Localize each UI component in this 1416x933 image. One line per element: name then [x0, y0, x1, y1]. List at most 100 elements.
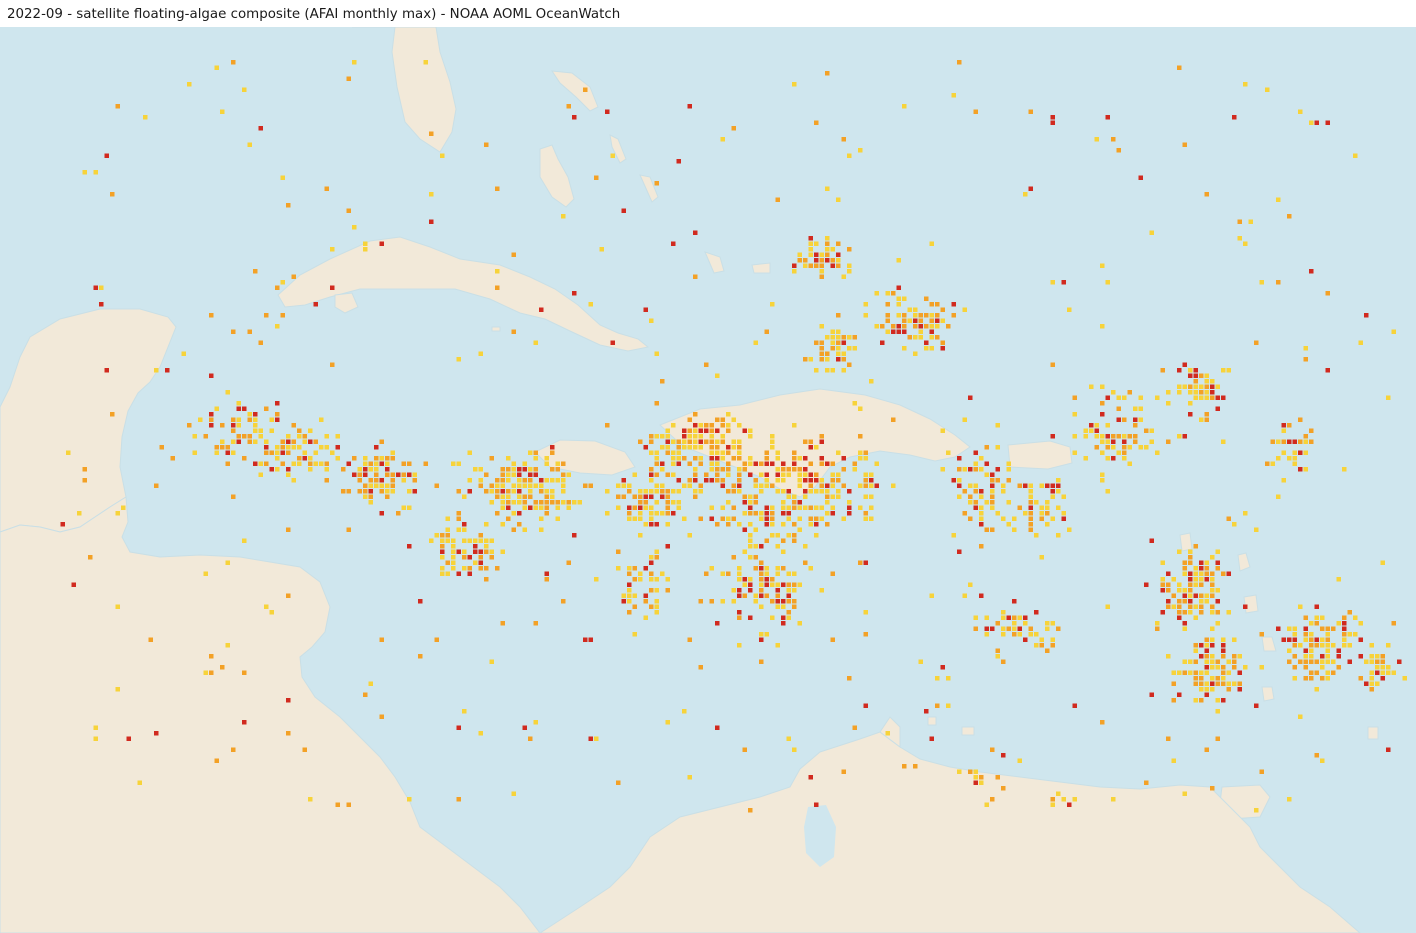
algae-pixel-icon [660, 494, 665, 499]
algae-pixel-icon [214, 445, 219, 450]
algae-pixel-icon [1171, 758, 1176, 763]
algae-pixel-icon [951, 313, 956, 318]
algae-pixel-icon [808, 516, 813, 521]
algae-pixel-icon [715, 417, 720, 422]
algae-pixel-icon [709, 599, 714, 604]
algae-pixel-icon [390, 456, 395, 461]
algae-pixel-icon [858, 456, 863, 461]
land-bahamas-5 [751, 262, 771, 274]
algae-pixel-icon [632, 566, 637, 571]
algae-pixel-icon [819, 324, 824, 329]
algae-pixel-icon [231, 439, 236, 444]
algae-pixel-icon [621, 593, 626, 598]
algae-pixel-icon [236, 439, 241, 444]
algae-pixel-icon [671, 439, 676, 444]
algae-pixel-icon [1314, 659, 1319, 664]
algae-pixel-icon [1199, 670, 1204, 675]
algae-pixel-icon [863, 560, 868, 565]
algae-pixel-icon [1204, 566, 1209, 571]
algae-pixel-icon [649, 489, 654, 494]
algae-pixel-icon [847, 153, 852, 158]
algae-pixel-icon [973, 483, 978, 488]
algae-pixel-icon [836, 252, 841, 257]
algae-pixel-icon [781, 478, 786, 483]
algae-pixel-icon [1012, 626, 1017, 631]
algae-pixel-icon [247, 434, 252, 439]
algae-pixel-icon [737, 445, 742, 450]
algae-pixel-icon [379, 511, 384, 516]
algae-pixel-icon [214, 450, 219, 455]
algae-pixel-icon [1023, 483, 1028, 488]
algae-pixel-icon [1166, 401, 1171, 406]
algae-pixel-icon [341, 489, 346, 494]
algae-pixel-icon [968, 769, 973, 774]
algae-pixel-icon [286, 731, 291, 736]
algae-pixel-icon [1386, 643, 1391, 648]
algae-pixel-icon [1358, 637, 1363, 642]
algae-pixel-icon [506, 489, 511, 494]
map-view[interactable] [0, 27, 1416, 933]
algae-pixel-icon [539, 516, 544, 521]
algae-pixel-icon [1100, 720, 1105, 725]
algae-pixel-icon [1276, 439, 1281, 444]
algae-pixel-icon [1375, 681, 1380, 686]
algae-pixel-icon [841, 335, 846, 340]
algae-pixel-icon [1061, 511, 1066, 516]
algae-pixel-icon [863, 450, 868, 455]
algae-pixel-icon [709, 428, 714, 433]
algae-pixel-icon [1050, 362, 1055, 367]
algae-pixel-icon [770, 599, 775, 604]
algae-pixel-icon [836, 329, 841, 334]
algae-pixel-icon [385, 467, 390, 472]
algae-pixel-icon [605, 489, 610, 494]
algae-pixel-icon [913, 313, 918, 318]
algae-pixel-icon [995, 775, 1000, 780]
algae-pixel-icon [1166, 604, 1171, 609]
algae-pixel-icon [1199, 390, 1204, 395]
algae-pixel-icon [209, 417, 214, 422]
algae-pixel-icon [456, 797, 461, 802]
algae-pixel-icon [995, 654, 1000, 659]
algae-pixel-icon [379, 456, 384, 461]
algae-pixel-icon [775, 533, 780, 538]
algae-pixel-icon [1226, 571, 1231, 576]
algae-pixel-icon [759, 588, 764, 593]
algae-pixel-icon [676, 461, 681, 466]
algae-pixel-icon [665, 489, 670, 494]
algae-pixel-icon [407, 797, 412, 802]
algae-pixel-icon [242, 406, 247, 411]
algae-pixel-icon [841, 769, 846, 774]
algae-pixel-icon [1199, 395, 1204, 400]
algae-pixel-icon [1160, 368, 1165, 373]
algae-pixel-icon [489, 659, 494, 664]
algae-pixel-icon [786, 615, 791, 620]
algae-pixel-icon [379, 637, 384, 642]
algae-pixel-icon [1171, 604, 1176, 609]
algae-pixel-icon [269, 467, 274, 472]
algae-pixel-icon [517, 472, 522, 477]
algae-pixel-icon [814, 368, 819, 373]
algae-pixel-icon [632, 516, 637, 521]
algae-pixel-icon [1122, 439, 1127, 444]
algae-pixel-icon [863, 483, 868, 488]
algae-pixel-icon [500, 505, 505, 510]
algae-pixel-icon [836, 241, 841, 246]
algae-pixel-icon [522, 505, 527, 510]
algae-pixel-icon [412, 489, 417, 494]
algae-pixel-icon [913, 764, 918, 769]
algae-pixel-icon [825, 494, 830, 499]
algae-pixel-icon [819, 516, 824, 521]
algae-pixel-icon [418, 599, 423, 604]
algae-pixel-icon [808, 439, 813, 444]
algae-pixel-icon [533, 450, 538, 455]
algae-pixel-icon [1182, 560, 1187, 565]
algae-pixel-icon [742, 500, 747, 505]
algae-pixel-icon [412, 472, 417, 477]
algae-pixel-icon [1199, 676, 1204, 681]
algae-pixel-icon [660, 483, 665, 488]
algae-pixel-icon [935, 302, 940, 307]
algae-pixel-icon [759, 483, 764, 488]
algae-pixel-icon [247, 439, 252, 444]
algae-pixel-icon [819, 351, 824, 356]
algae-pixel-icon [814, 258, 819, 263]
